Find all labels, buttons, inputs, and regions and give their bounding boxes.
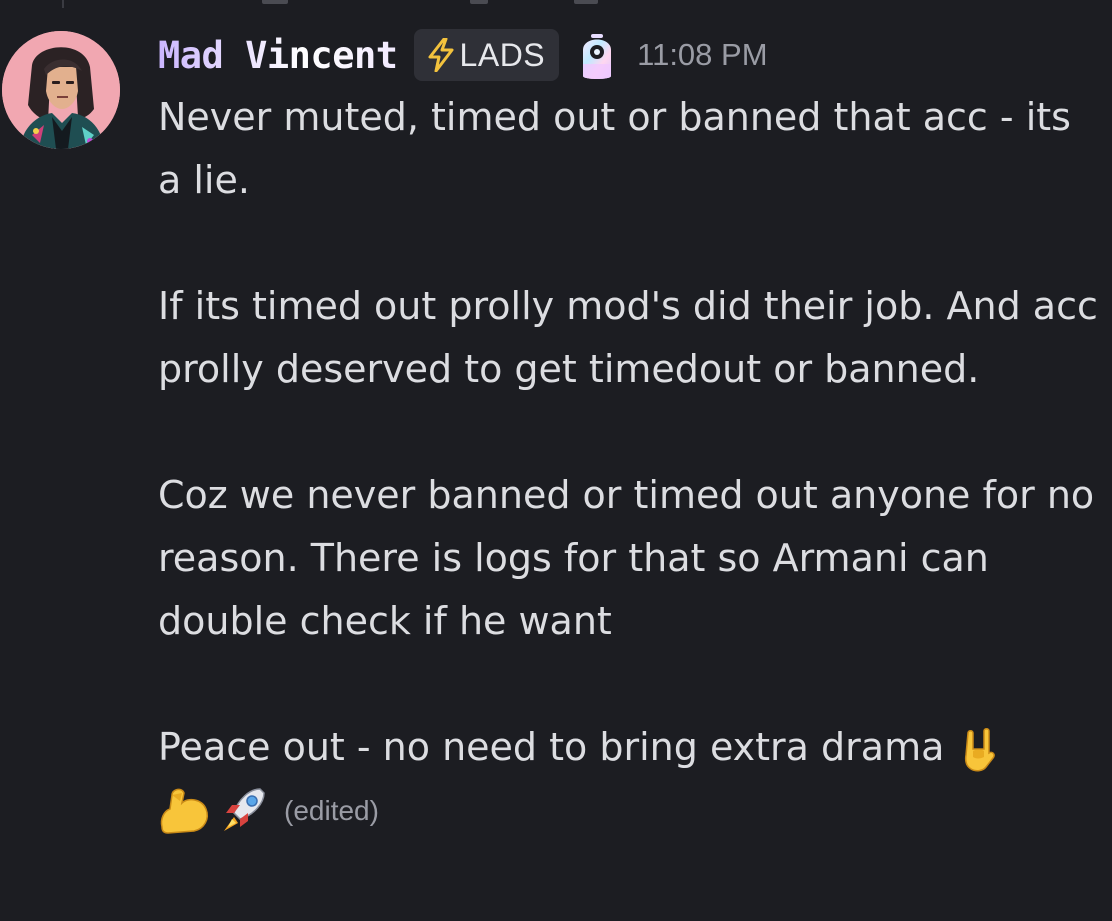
flexed-biceps-emoji[interactable] — [158, 783, 212, 837]
avatar-portrait — [2, 31, 120, 149]
message-paragraph-text: Peace out - no need to bring extra drama — [158, 725, 945, 769]
lightning-bolt-icon — [426, 38, 456, 72]
sign-of-the-horns-emoji[interactable] — [956, 727, 1002, 773]
rocket-emoji[interactable] — [216, 783, 270, 837]
chat-message[interactable]: Mad Vincent LADS 11:08 PM Never muted, t… — [0, 0, 1112, 921]
server-tag[interactable]: LADS — [413, 29, 560, 81]
message-paragraph: If its timed out prolly mod's did their … — [158, 284, 1098, 391]
message-paragraph-last: Peace out - no need to bring extra drama — [158, 716, 1103, 779]
message-content: Never muted, timed out or banned that ac… — [158, 86, 1103, 845]
message-timestamp[interactable]: 11:08 PM — [637, 37, 767, 73]
message-header: Mad Vincent LADS 11:08 PM — [158, 22, 768, 88]
username[interactable]: Mad Vincent — [158, 37, 398, 74]
emoji-and-edited-line: (edited) — [158, 775, 1103, 845]
server-tag-label: LADS — [459, 36, 546, 73]
avatar[interactable] — [2, 31, 120, 149]
message-paragraph: Coz we never banned or timed out anyone … — [158, 473, 1095, 643]
holographic-capsule-icon[interactable] — [575, 27, 619, 83]
edited-label: (edited) — [284, 794, 379, 826]
message-paragraph: Never muted, timed out or banned that ac… — [158, 95, 1071, 202]
